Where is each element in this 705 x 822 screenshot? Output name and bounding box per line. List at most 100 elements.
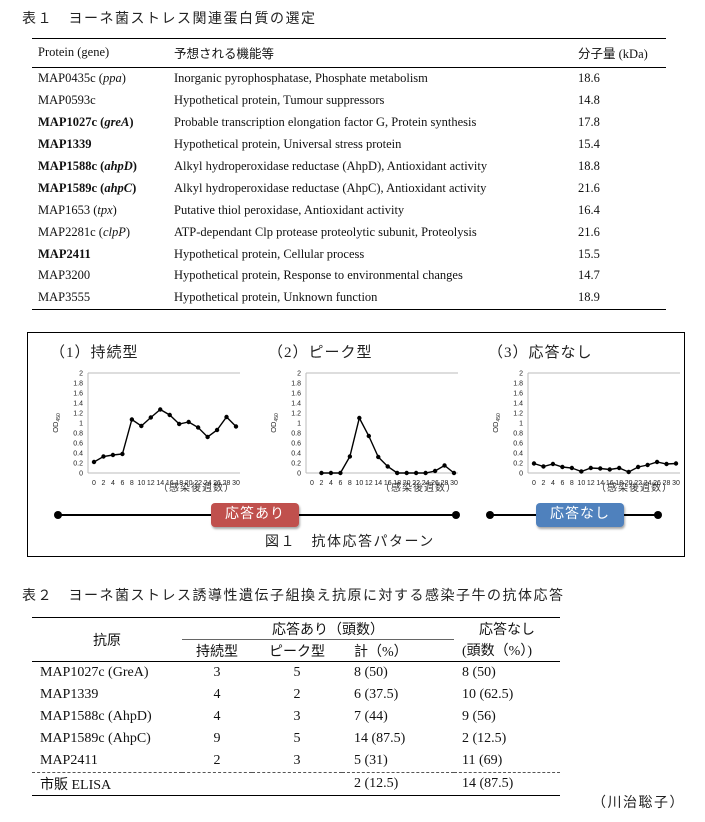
y-tick-label: 0.8: [73, 431, 83, 438]
x-tick-label: 2: [102, 480, 106, 487]
x-tick-label: 6: [560, 480, 564, 487]
chart2-xlabel: （感染後週数）: [380, 483, 457, 494]
x-tick-label: 8: [130, 480, 134, 487]
y-tick-label: 1.4: [513, 401, 523, 408]
function-cell: Hypothetical protein, Response to enviro…: [174, 268, 463, 283]
total-cell: 2 (12.5): [342, 772, 454, 796]
table2-row: MAP1027c (GreA) 3 5 8 (50) 8 (50): [32, 662, 560, 685]
table1: Protein (gene) 予想される機能等 分子量 (kDa) MAP043…: [32, 38, 666, 310]
table2-header-response-no: 応答なし: [454, 617, 560, 640]
author-credit: （川治聡子）: [592, 796, 685, 811]
response-no-badge: 応答なし: [536, 503, 624, 527]
y-tick-label: 0.6: [73, 441, 83, 448]
protein-cell: MAP3200: [32, 265, 168, 287]
data-point: [177, 421, 182, 427]
sustained-cell: 3: [213, 665, 221, 680]
x-tick-label: 4: [111, 480, 115, 487]
no-response-cell: 2 (12.5): [462, 731, 507, 746]
protein-cell: MAP1589c (ahpC): [32, 177, 168, 199]
table1-header-mw: 分子量 (kDa): [572, 38, 666, 68]
antigen-cell: MAP1027c (GreA): [40, 665, 149, 680]
data-point: [376, 454, 381, 460]
table1-row: MAP3200 Hypothetical protein, Response to…: [32, 265, 666, 287]
x-tick-label: 8: [348, 480, 352, 487]
peak-cell: 3: [252, 750, 342, 773]
response-no-end-dot: [654, 511, 662, 519]
y-tick-label: 1.4: [73, 401, 83, 408]
mw-cell: 16.4: [578, 202, 600, 217]
chart2-title: （2）ピーク型: [268, 345, 373, 361]
data-point: [654, 459, 660, 465]
data-point: [101, 454, 106, 459]
function-cell: Inorganic pyrophosphatase, Phosphate met…: [174, 71, 428, 86]
y-tick-label: 0.4: [291, 451, 301, 458]
data-point: [607, 467, 612, 472]
y-tick-label: 1.8: [73, 381, 83, 388]
protein-cell: MAP1588c (ahpD): [32, 156, 168, 178]
protein-id: MAP2411: [38, 246, 91, 261]
data-point: [569, 465, 575, 471]
x-tick-label: 0: [92, 480, 96, 487]
chart1-xlabel: （感染後週数）: [158, 483, 235, 494]
gene-name: (ahpC): [97, 180, 137, 195]
table1-row: MAP2411 Hypothetical protein, Cellular pr…: [32, 243, 666, 265]
data-point: [404, 470, 409, 476]
y-tick-label: 0: [519, 471, 523, 478]
mw-cell: 21.6: [578, 224, 600, 239]
y-axis-label-subscript: 450: [274, 413, 280, 422]
function-cell: Hypothetical protein, Unknown function: [168, 286, 572, 310]
y-tick-label: 0.2: [513, 461, 523, 468]
data-point: [432, 468, 438, 474]
peak-cell: [252, 772, 342, 796]
mw-cell: 15.4: [578, 137, 600, 152]
protein-id: MAP1027c: [38, 115, 98, 130]
y-tick-label: 2: [79, 371, 83, 378]
table2-row: MAP1589c (AhpC) 9 5 14 (87.5) 2 (12.5): [32, 728, 560, 750]
table1-row: MAP1589c (ahpC) Alkyl hydroperoxidase red…: [32, 177, 666, 199]
y-axis-label: OD450: [269, 413, 280, 433]
table1-header-function: 予想される機能等: [168, 38, 572, 68]
data-point: [205, 434, 210, 440]
data-point: [158, 407, 163, 412]
y-tick-label: 1: [519, 421, 523, 428]
table2-row: MAP1339 4 2 6 (37.5) 10 (62.5): [32, 684, 560, 706]
no-response-cell: 11 (69): [454, 750, 560, 773]
table1-row: MAP2281c (clpP) ATP-dependant Clp proteas…: [32, 221, 666, 243]
function-cell: Hypothetical protein, Cellular process: [174, 246, 365, 261]
gene-name: (ppa): [95, 71, 126, 86]
y-tick-label: 0.2: [291, 461, 301, 468]
antigen-cell: MAP2411: [32, 750, 182, 773]
table2-header-total: 計（%）: [342, 639, 454, 662]
y-tick-label: 0.4: [73, 451, 83, 458]
y-tick-label: 0.6: [291, 441, 301, 448]
data-point: [588, 465, 593, 471]
antigen-cell: MAP1589c (AhpC): [40, 731, 151, 746]
gene-name: (clpP): [95, 224, 131, 239]
y-tick-label: 1.6: [513, 391, 523, 398]
peak-cell: 5: [293, 665, 301, 680]
antigen-cell: MAP1588c (AhpD): [40, 709, 152, 724]
protein-cell: MAP0435c (ppa): [32, 68, 168, 90]
mw-cell: 15.5: [578, 246, 600, 261]
data-point: [598, 466, 603, 471]
y-axis-label: OD450: [491, 413, 502, 433]
y-axis-label-subscript: 450: [496, 413, 502, 422]
protein-id: MAP3200: [38, 268, 91, 283]
function-cell: Alkyl hydroperoxidase reductase (AhpD), …: [174, 159, 488, 173]
figure1-caption: 図１ 抗体応答パターン: [265, 535, 435, 550]
chart3-xlabel: （感染後週数）: [596, 483, 673, 494]
data-point: [550, 461, 556, 467]
sustained-cell: 9: [213, 731, 221, 746]
table1-header-row: Protein (gene) 予想される機能等 分子量 (kDa): [32, 38, 666, 68]
data-point: [385, 464, 390, 469]
table1-row: MAP1588c (ahpD) Alkyl hydroperoxidase red…: [32, 156, 666, 178]
data-point: [451, 470, 457, 476]
y-tick-label: 1.6: [73, 391, 83, 398]
protein-cell: MAP1653 (tpx): [32, 199, 168, 221]
function-cell: Alkyl hydroperoxidase reductase (AhpC), …: [174, 180, 487, 195]
data-point: [319, 470, 324, 476]
data-point: [366, 433, 371, 439]
table2-row-elisa: 市販 ELISA 2 (12.5) 14 (87.5): [32, 772, 560, 796]
x-tick-label: 30: [672, 480, 680, 487]
y-tick-label: 0.8: [291, 431, 301, 438]
